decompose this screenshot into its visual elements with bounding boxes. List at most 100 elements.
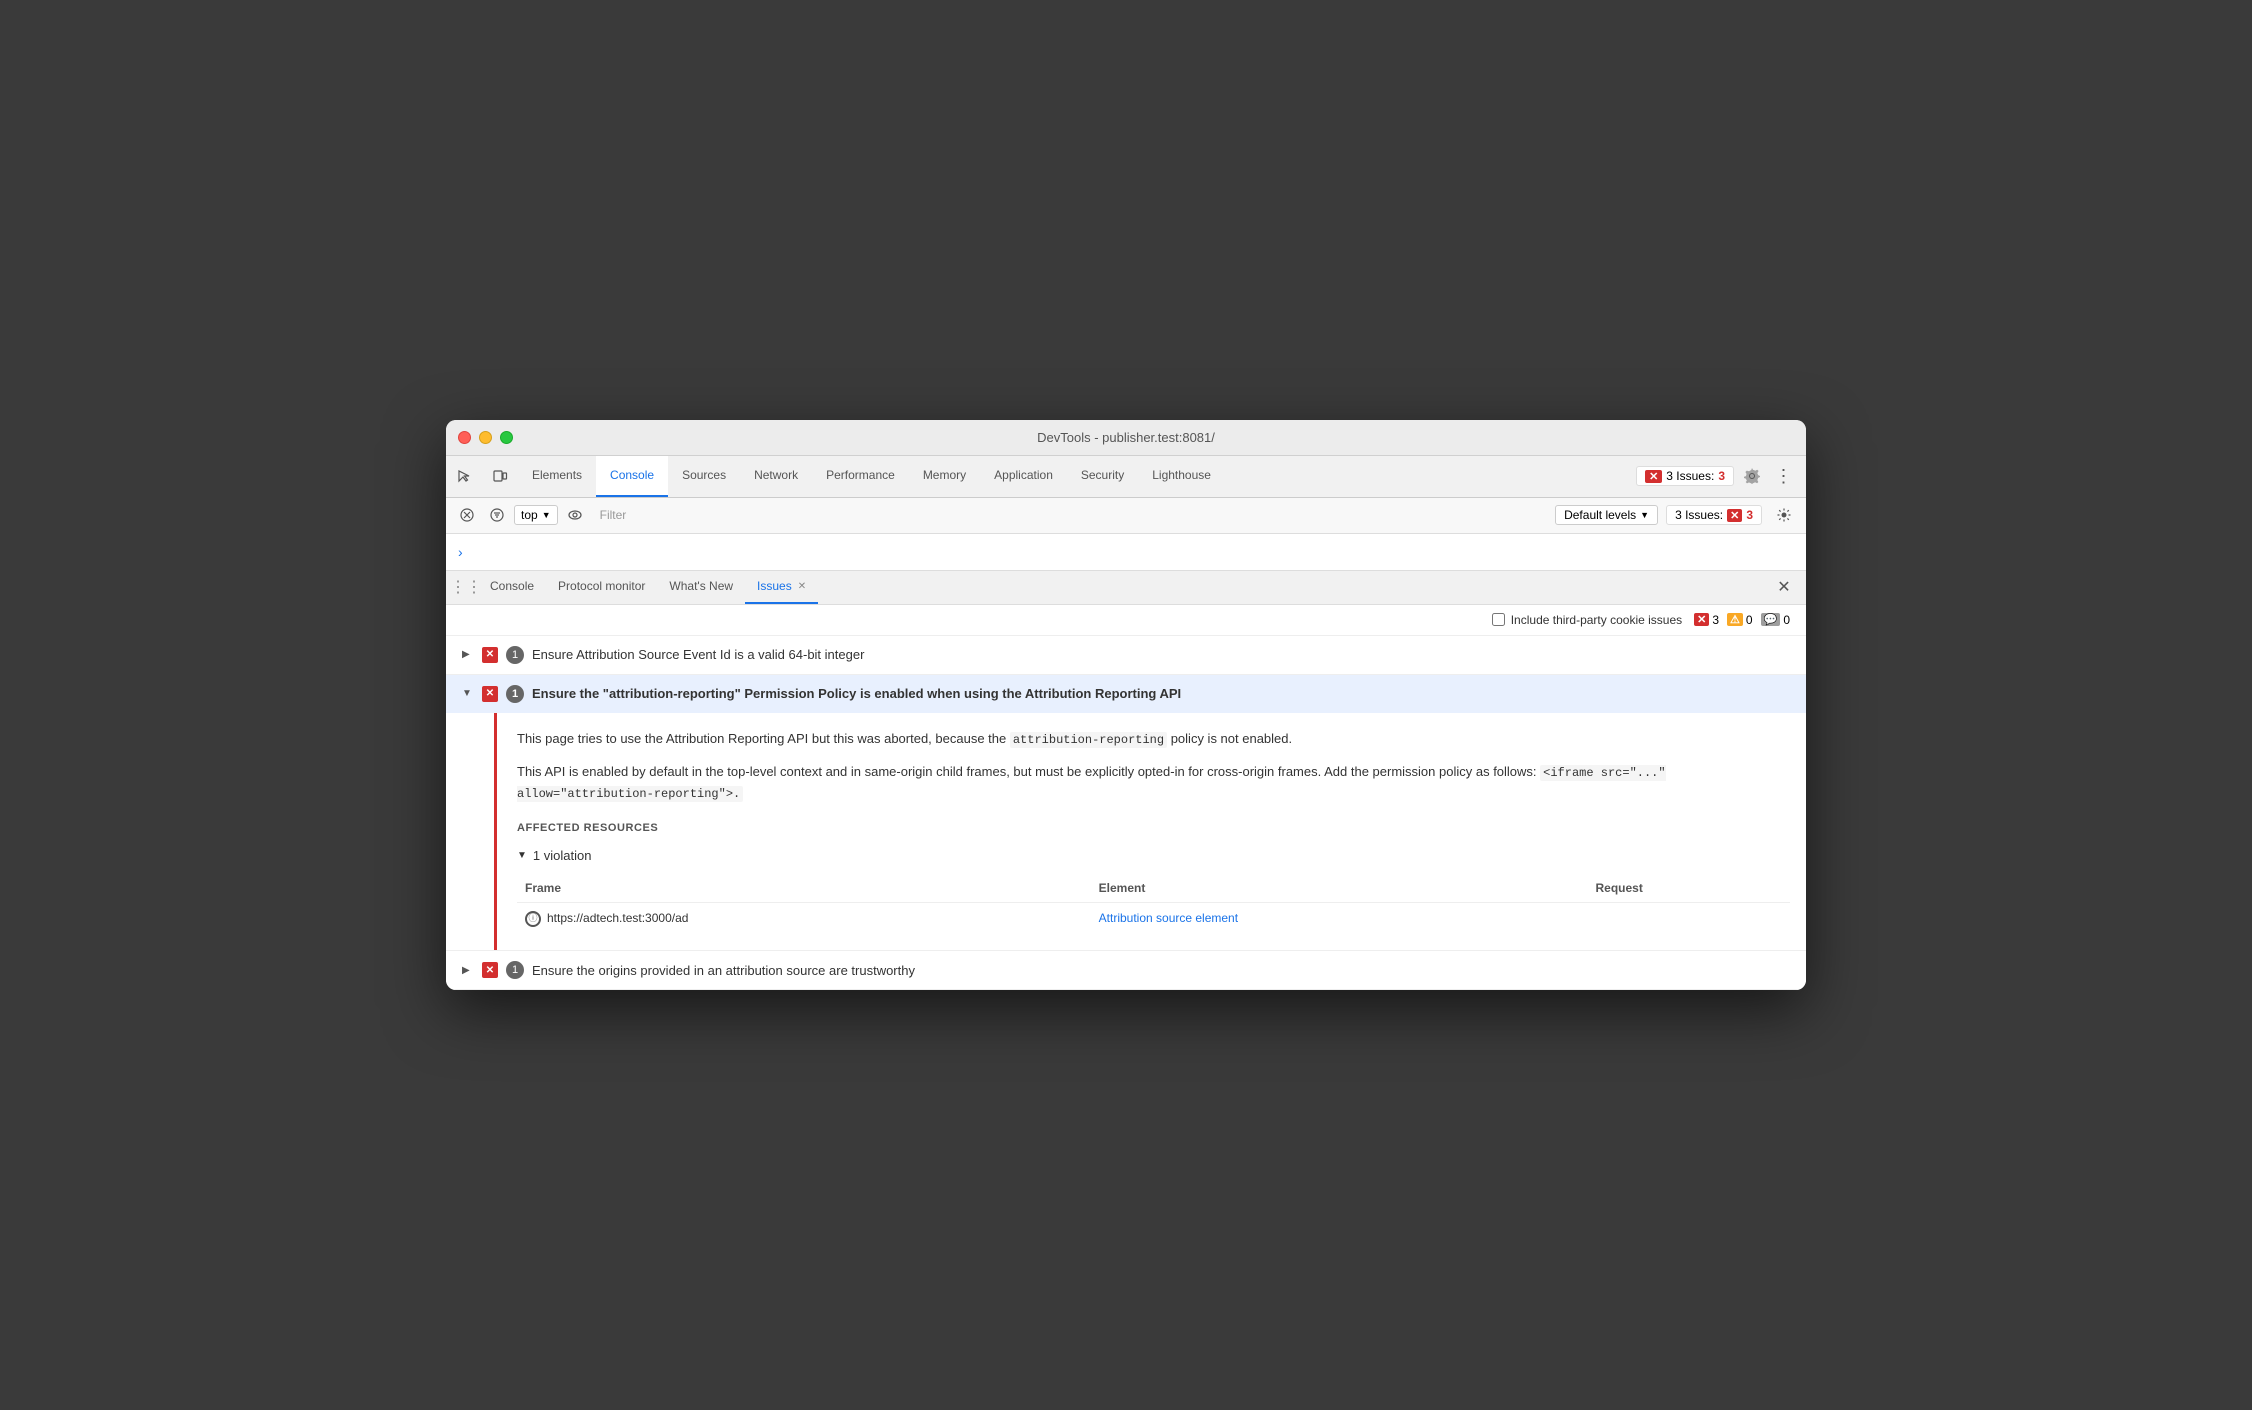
issue-3-arrow: ▶ [462, 965, 474, 976]
maximize-button[interactable] [500, 431, 513, 444]
panel-grip: ⋮⋮ [454, 577, 478, 597]
col-element: Element [1091, 875, 1588, 903]
issue-3-error-icon: ✕ [482, 962, 498, 978]
affected-resources: AFFECTED RESOURCES ▼ 1 violation Frame E… [517, 820, 1790, 934]
issues-error-icon: ✕ [1645, 470, 1662, 483]
context-selector-arrow: ▼ [542, 510, 551, 520]
eye-icon[interactable] [562, 502, 588, 528]
issues-counts: ✕ 3 ⚠ 0 💬 0 [1694, 613, 1790, 627]
issues-label: 3 Issues: [1666, 469, 1714, 483]
filter-icon[interactable] [484, 502, 510, 528]
issue-row-2: ▼ ✕ 1 Ensure the "attribution-reporting"… [446, 675, 1806, 951]
affected-label: AFFECTED RESOURCES [517, 820, 1790, 838]
minimize-button[interactable] [479, 431, 492, 444]
devtools-panel: Elements Console Sources Network Perform… [446, 456, 1806, 990]
warning-count-value: 0 [1746, 613, 1753, 627]
issues-tab-close[interactable]: ✕ [798, 581, 806, 592]
issues-count: 3 [1718, 469, 1725, 483]
col-request: Request [1587, 875, 1790, 903]
window-title: DevTools - publisher.test:8081/ [1037, 430, 1215, 445]
bottom-panel: ⋮⋮ Console Protocol monitor What's New I… [446, 570, 1806, 990]
issue-2-title: Ensure the "attribution-reporting" Permi… [532, 686, 1181, 701]
tab-network[interactable]: Network [740, 456, 812, 497]
context-selector[interactable]: top ▼ [514, 505, 558, 525]
bottom-tab-whats-new[interactable]: What's New [657, 571, 745, 604]
violation-toggle-arrow: ▼ [517, 848, 527, 864]
element-cell: Attribution source element [1091, 902, 1588, 934]
bottom-tab-issues[interactable]: Issues ✕ [745, 571, 818, 604]
issues-badge-label: 3 Issues: [1675, 508, 1723, 522]
tab-console[interactable]: Console [596, 456, 668, 497]
bottom-tab-console[interactable]: Console [478, 571, 546, 604]
tab-lighthouse[interactable]: Lighthouse [1138, 456, 1225, 497]
issues-count-badge[interactable]: 3 Issues: ✕ 3 [1666, 505, 1762, 525]
table-header-row: Frame Element Request [517, 875, 1790, 903]
third-party-cookie-label: Include third-party cookie issues [1511, 613, 1682, 627]
console-toolbar: top ▼ Default levels ▼ 3 Issues: ✕ 3 [446, 498, 1806, 534]
issue-3-count: 1 [506, 961, 524, 979]
issue-1-count: 1 [506, 646, 524, 664]
issue-1-title: Ensure Attribution Source Event Id is a … [532, 647, 864, 662]
tab-elements[interactable]: Elements [518, 456, 596, 497]
clear-console-icon[interactable] [454, 502, 480, 528]
prompt-arrow: › [458, 544, 463, 560]
bottom-panel-close-button[interactable]: ✕ [1770, 573, 1798, 601]
frame-icon: ⓘ [525, 911, 541, 927]
log-levels-arrow: ▼ [1640, 510, 1649, 520]
issue-header-3[interactable]: ▶ ✕ 1 Ensure the origins provided in an … [446, 951, 1806, 989]
info-count-icon: 💬 [1761, 613, 1781, 626]
issue-row-1: ▶ ✕ 1 Ensure Attribution Source Event Id… [446, 636, 1806, 675]
devtools-tabs-right: ✕ 3 Issues: 3 ⋮ [1636, 456, 1806, 497]
table-row: ⓘ https://adtech.test:3000/ad Attributio… [517, 902, 1790, 934]
third-party-cookie-checkbox[interactable] [1492, 613, 1505, 626]
issue-header-2[interactable]: ▼ ✕ 1 Ensure the "attribution-reporting"… [446, 675, 1806, 713]
log-levels-selector[interactable]: Default levels ▼ [1555, 505, 1658, 525]
filter-input[interactable] [592, 508, 1551, 522]
error-count-value: 3 [1712, 613, 1719, 627]
console-prompt: › [446, 534, 1806, 570]
console-settings-icon[interactable] [1770, 501, 1798, 529]
more-options-icon[interactable]: ⋮ [1770, 462, 1798, 490]
settings-icon[interactable] [1738, 462, 1766, 490]
titlebar: DevTools - publisher.test:8081/ [446, 420, 1806, 456]
issue-row-3: ▶ ✕ 1 Ensure the origins provided in an … [446, 951, 1806, 990]
issue-1-arrow: ▶ [462, 649, 474, 660]
request-cell [1587, 902, 1790, 934]
warning-count-item: ⚠ 0 [1727, 613, 1753, 627]
issues-badge[interactable]: ✕ 3 Issues: 3 [1636, 466, 1734, 486]
inspect-element-icon[interactable] [446, 456, 482, 497]
resources-table: Frame Element Request [517, 875, 1790, 934]
device-toolbar-icon[interactable] [482, 456, 518, 497]
issue-2-code1: attribution-reporting [1010, 732, 1167, 748]
error-count-item: ✕ 3 [1694, 613, 1719, 627]
issue-2-para1: This page tries to use the Attribution R… [517, 729, 1790, 750]
col-frame: Frame [517, 875, 1091, 903]
tab-security[interactable]: Security [1067, 456, 1138, 497]
tab-memory[interactable]: Memory [909, 456, 980, 497]
bottom-tab-protocol-monitor[interactable]: Protocol monitor [546, 571, 657, 604]
console-toolbar-right: Default levels ▼ 3 Issues: ✕ 3 [1555, 501, 1798, 529]
issue-2-body: This page tries to use the Attribution R… [494, 713, 1806, 950]
issue-header-1[interactable]: ▶ ✕ 1 Ensure Attribution Source Event Id… [446, 636, 1806, 674]
tab-application[interactable]: Application [980, 456, 1067, 497]
bottom-tabs-bar: ⋮⋮ Console Protocol monitor What's New I… [446, 571, 1806, 605]
issue-2-arrow: ▼ [462, 688, 474, 699]
issue-2-count: 1 [506, 685, 524, 703]
element-link[interactable]: Attribution source element [1099, 911, 1238, 925]
devtools-tabs-left: Elements Console Sources Network Perform… [446, 456, 1636, 497]
third-party-cookie-checkbox-label[interactable]: Include third-party cookie issues [1492, 613, 1682, 627]
console-content: › [446, 534, 1806, 570]
frame-cell: ⓘ https://adtech.test:3000/ad [517, 902, 1091, 934]
warning-count-icon: ⚠ [1727, 613, 1743, 626]
close-button[interactable] [458, 431, 471, 444]
devtools-window: DevTools - publisher.test:8081/ Elemen [446, 420, 1806, 990]
issue-1-error-icon: ✕ [482, 647, 498, 663]
issue-2-para2: This API is enabled by default in the to… [517, 762, 1790, 804]
tab-sources[interactable]: Sources [668, 456, 740, 497]
violation-toggle[interactable]: ▼ 1 violation [517, 846, 1790, 867]
issues-badge-count: 3 [1746, 508, 1753, 522]
tab-performance[interactable]: Performance [812, 456, 909, 497]
context-selector-value: top [521, 508, 538, 522]
info-count-item: 💬 0 [1761, 613, 1790, 627]
issues-filter-bar: Include third-party cookie issues ✕ 3 ⚠ … [446, 605, 1806, 636]
